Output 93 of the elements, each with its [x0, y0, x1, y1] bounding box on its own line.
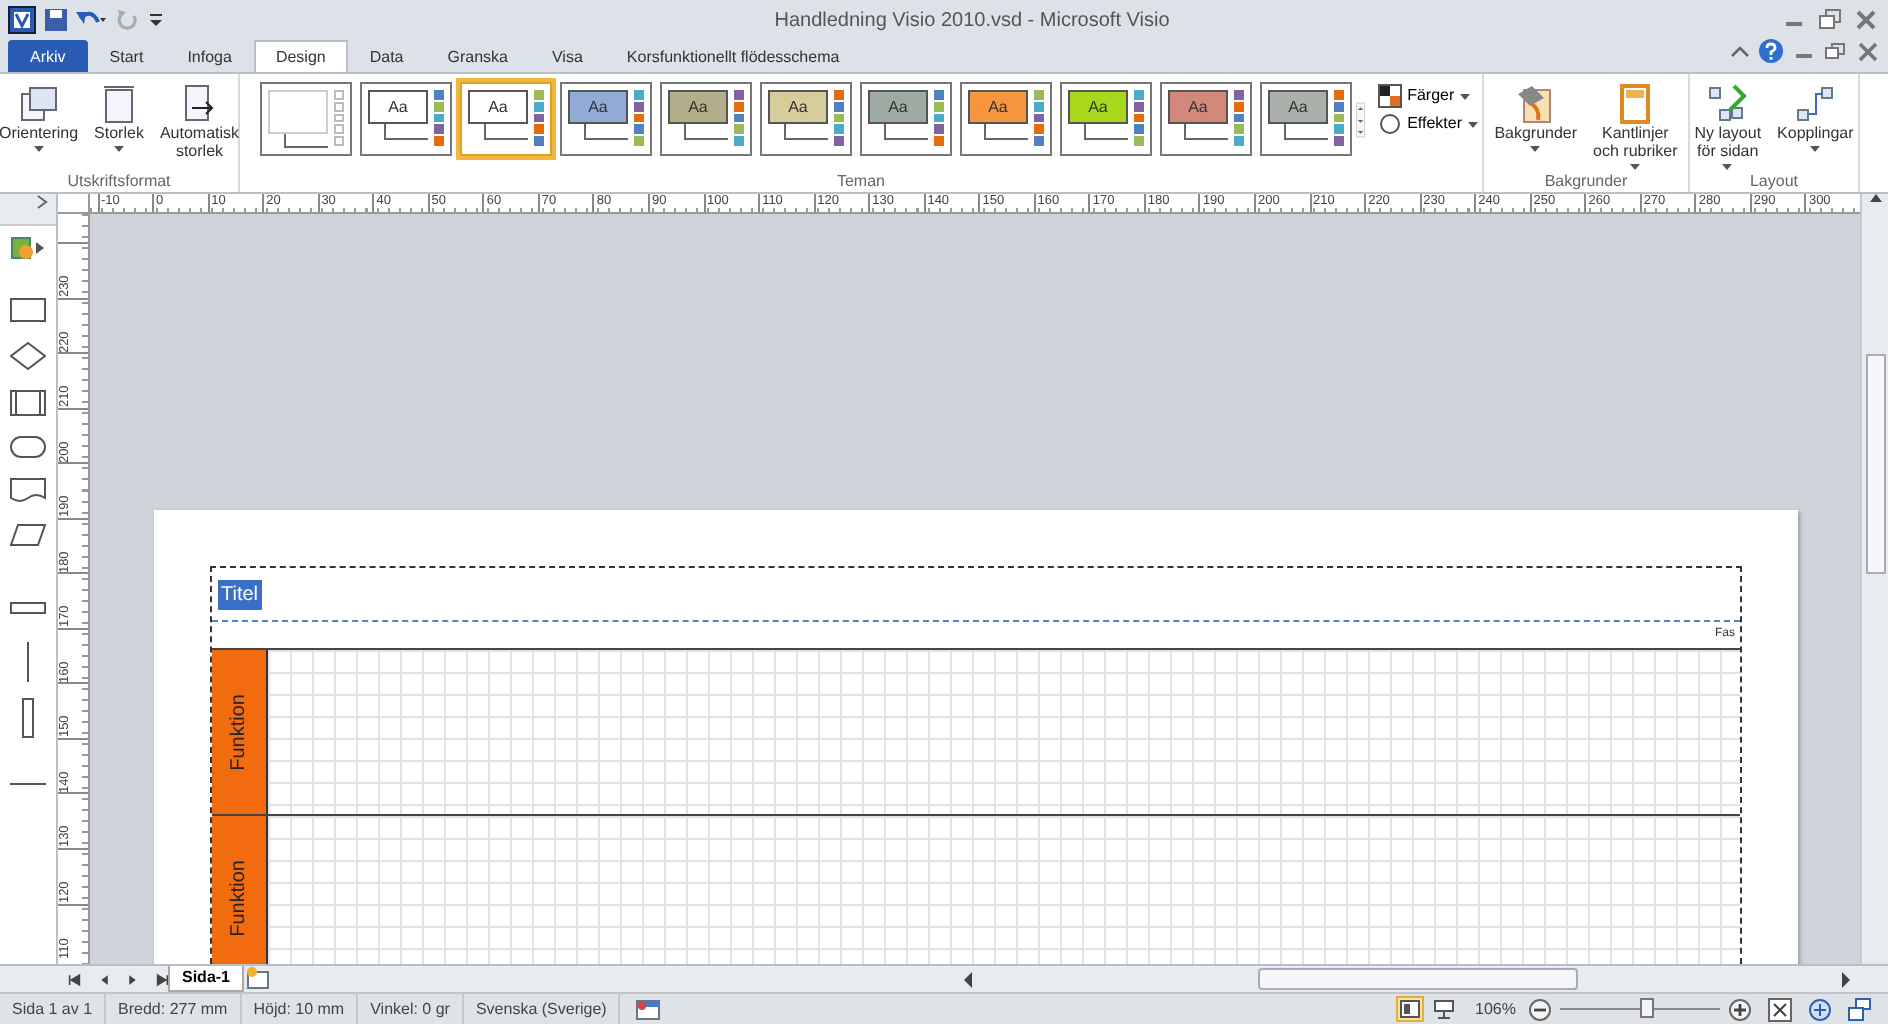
scroll-left-icon[interactable]: [962, 971, 975, 987]
ribbon-button[interactable]: Bakgrunder: [1490, 82, 1582, 172]
document-shape-icon[interactable]: [9, 478, 46, 504]
ribbon-button[interactable]: Ny layout för sidan: [1690, 82, 1766, 172]
status-text: Sida 1 av 1: [0, 994, 107, 1024]
ribbon-tab[interactable]: Korsfunktionellt flödesschema: [604, 40, 862, 72]
presentation-mode-icon[interactable]: [636, 999, 661, 1019]
zoom-in-icon[interactable]: [1728, 997, 1752, 1021]
orientation-icon: [17, 84, 60, 124]
scroll-thumb[interactable]: [1258, 968, 1579, 990]
theme-thumbnail[interactable]: Aa: [860, 82, 952, 156]
status-text: Höjd: 10 mm: [241, 994, 359, 1024]
app-logo-icon[interactable]: [8, 6, 36, 34]
theme-thumbnail[interactable]: Aa: [1160, 82, 1252, 156]
ribbon-button[interactable]: Kantlinjer och rubriker: [1589, 82, 1682, 172]
status-text: Vinkel: 0 gr: [358, 994, 464, 1024]
theme-thumbnail[interactable]: Aa: [560, 82, 652, 156]
presentation-view-button[interactable]: [1429, 996, 1458, 1022]
lane-label: Funktion: [225, 859, 251, 937]
expand-icon[interactable]: [35, 194, 47, 210]
last-page-icon[interactable]: [155, 971, 168, 987]
theme-thumbnail[interactable]: Aa: [360, 82, 452, 156]
vertical-bar-icon[interactable]: [21, 698, 34, 738]
page-size-icon: [98, 84, 140, 124]
scroll-thumb[interactable]: [1865, 354, 1885, 574]
ribbon-button[interactable]: Färger: [1373, 82, 1482, 110]
save-icon[interactable]: [44, 8, 68, 32]
group-label: Bakgrunder: [1542, 172, 1630, 192]
status-text: Bredd: 277 mm: [106, 994, 242, 1024]
customize-icon[interactable]: [148, 8, 164, 32]
diamond-shape-icon[interactable]: [9, 342, 46, 370]
ribbon-tab[interactable]: Arkiv: [8, 40, 88, 72]
window-title: Handledning Visio 2010.vsd - Microsoft Visio: [772, 7, 1172, 35]
first-page-icon[interactable]: [68, 971, 81, 987]
paint-bucket-icon: [1514, 84, 1557, 124]
ribbon-button[interactable]: Effekter: [1373, 110, 1482, 138]
horizontal-line-icon[interactable]: [9, 782, 46, 786]
switch-windows-icon[interactable]: [1848, 997, 1872, 1021]
ribbon-tab[interactable]: Design: [253, 40, 348, 72]
diagram-title[interactable]: Titel: [217, 579, 263, 609]
parallelogram-icon[interactable]: [9, 524, 46, 546]
theme-thumbnail[interactable]: Aa: [1060, 82, 1152, 156]
theme-thumbnail[interactable]: Aa: [760, 82, 852, 156]
ribbon-button[interactable]: Automatisk storlek: [155, 82, 244, 172]
zoom-level: 106%: [1473, 998, 1518, 1022]
ribbon-tab[interactable]: Start: [87, 40, 166, 72]
ribbon-button[interactable]: Storlek: [90, 82, 148, 172]
ribbon-tab[interactable]: Visa: [529, 40, 605, 72]
rounded-rectangle-icon[interactable]: [9, 436, 46, 458]
connector-icon: [1794, 84, 1837, 124]
effects-icon: [1377, 112, 1402, 136]
close-icon[interactable]: [1856, 41, 1880, 61]
process-shape-icon[interactable]: [9, 390, 46, 416]
horizontal-bar-icon[interactable]: [9, 602, 46, 614]
lane-header[interactable]: Funktion: [211, 650, 267, 814]
zoom-out-icon[interactable]: [1528, 997, 1552, 1021]
fit-page-icon[interactable]: [1768, 997, 1792, 1021]
page-tab[interactable]: Sida-1: [168, 966, 245, 992]
theme-thumbnail[interactable]: Aa: [960, 82, 1052, 156]
vertical-line-icon[interactable]: [25, 642, 30, 682]
theme-thumbnail[interactable]: [260, 82, 352, 156]
help-icon[interactable]: [1758, 38, 1784, 64]
theme-thumbnail[interactable]: Aa: [460, 82, 552, 156]
theme-thumbnail[interactable]: Aa: [1260, 82, 1352, 156]
next-page-icon[interactable]: [126, 971, 139, 987]
scroll-right-icon[interactable]: [1840, 971, 1852, 987]
previous-page-icon[interactable]: [97, 971, 110, 987]
ribbon-tab[interactable]: Infoga: [165, 40, 254, 72]
rectangle-shape-icon[interactable]: [9, 298, 46, 322]
ribbon-button[interactable]: Orientering: [0, 82, 83, 172]
relayout-icon: [1706, 84, 1749, 124]
theme-thumbnail[interactable]: Aa: [660, 82, 752, 156]
status-text: Svenska (Sverige): [463, 994, 621, 1024]
ribbon-tab[interactable]: Granska: [425, 40, 530, 72]
ribbon-tab[interactable]: Data: [347, 40, 426, 72]
group-label: Layout: [1747, 172, 1801, 192]
collapse-ribbon-icon[interactable]: [1730, 41, 1750, 61]
restore-icon[interactable]: [1816, 8, 1844, 32]
caret-icon: [1468, 121, 1478, 127]
close-icon[interactable]: [1852, 8, 1880, 32]
caret-icon: [1460, 93, 1471, 99]
insert-page-icon[interactable]: [244, 966, 273, 990]
pan-zoom-icon[interactable]: [1808, 997, 1832, 1021]
shapes-icon[interactable]: [9, 234, 46, 262]
group-label: Teman: [834, 172, 887, 192]
colors-icon: [1377, 84, 1402, 108]
ribbon-button[interactable]: Kopplingar: [1773, 82, 1858, 172]
group-label: Utskriftsformat: [65, 172, 173, 192]
lane-header[interactable]: Funktion: [211, 816, 267, 964]
restore-icon[interactable]: [1824, 41, 1848, 61]
normal-view-button[interactable]: [1395, 996, 1424, 1022]
zoom-slider-thumb[interactable]: [1640, 998, 1655, 1018]
lane-label: Funktion: [225, 693, 251, 771]
